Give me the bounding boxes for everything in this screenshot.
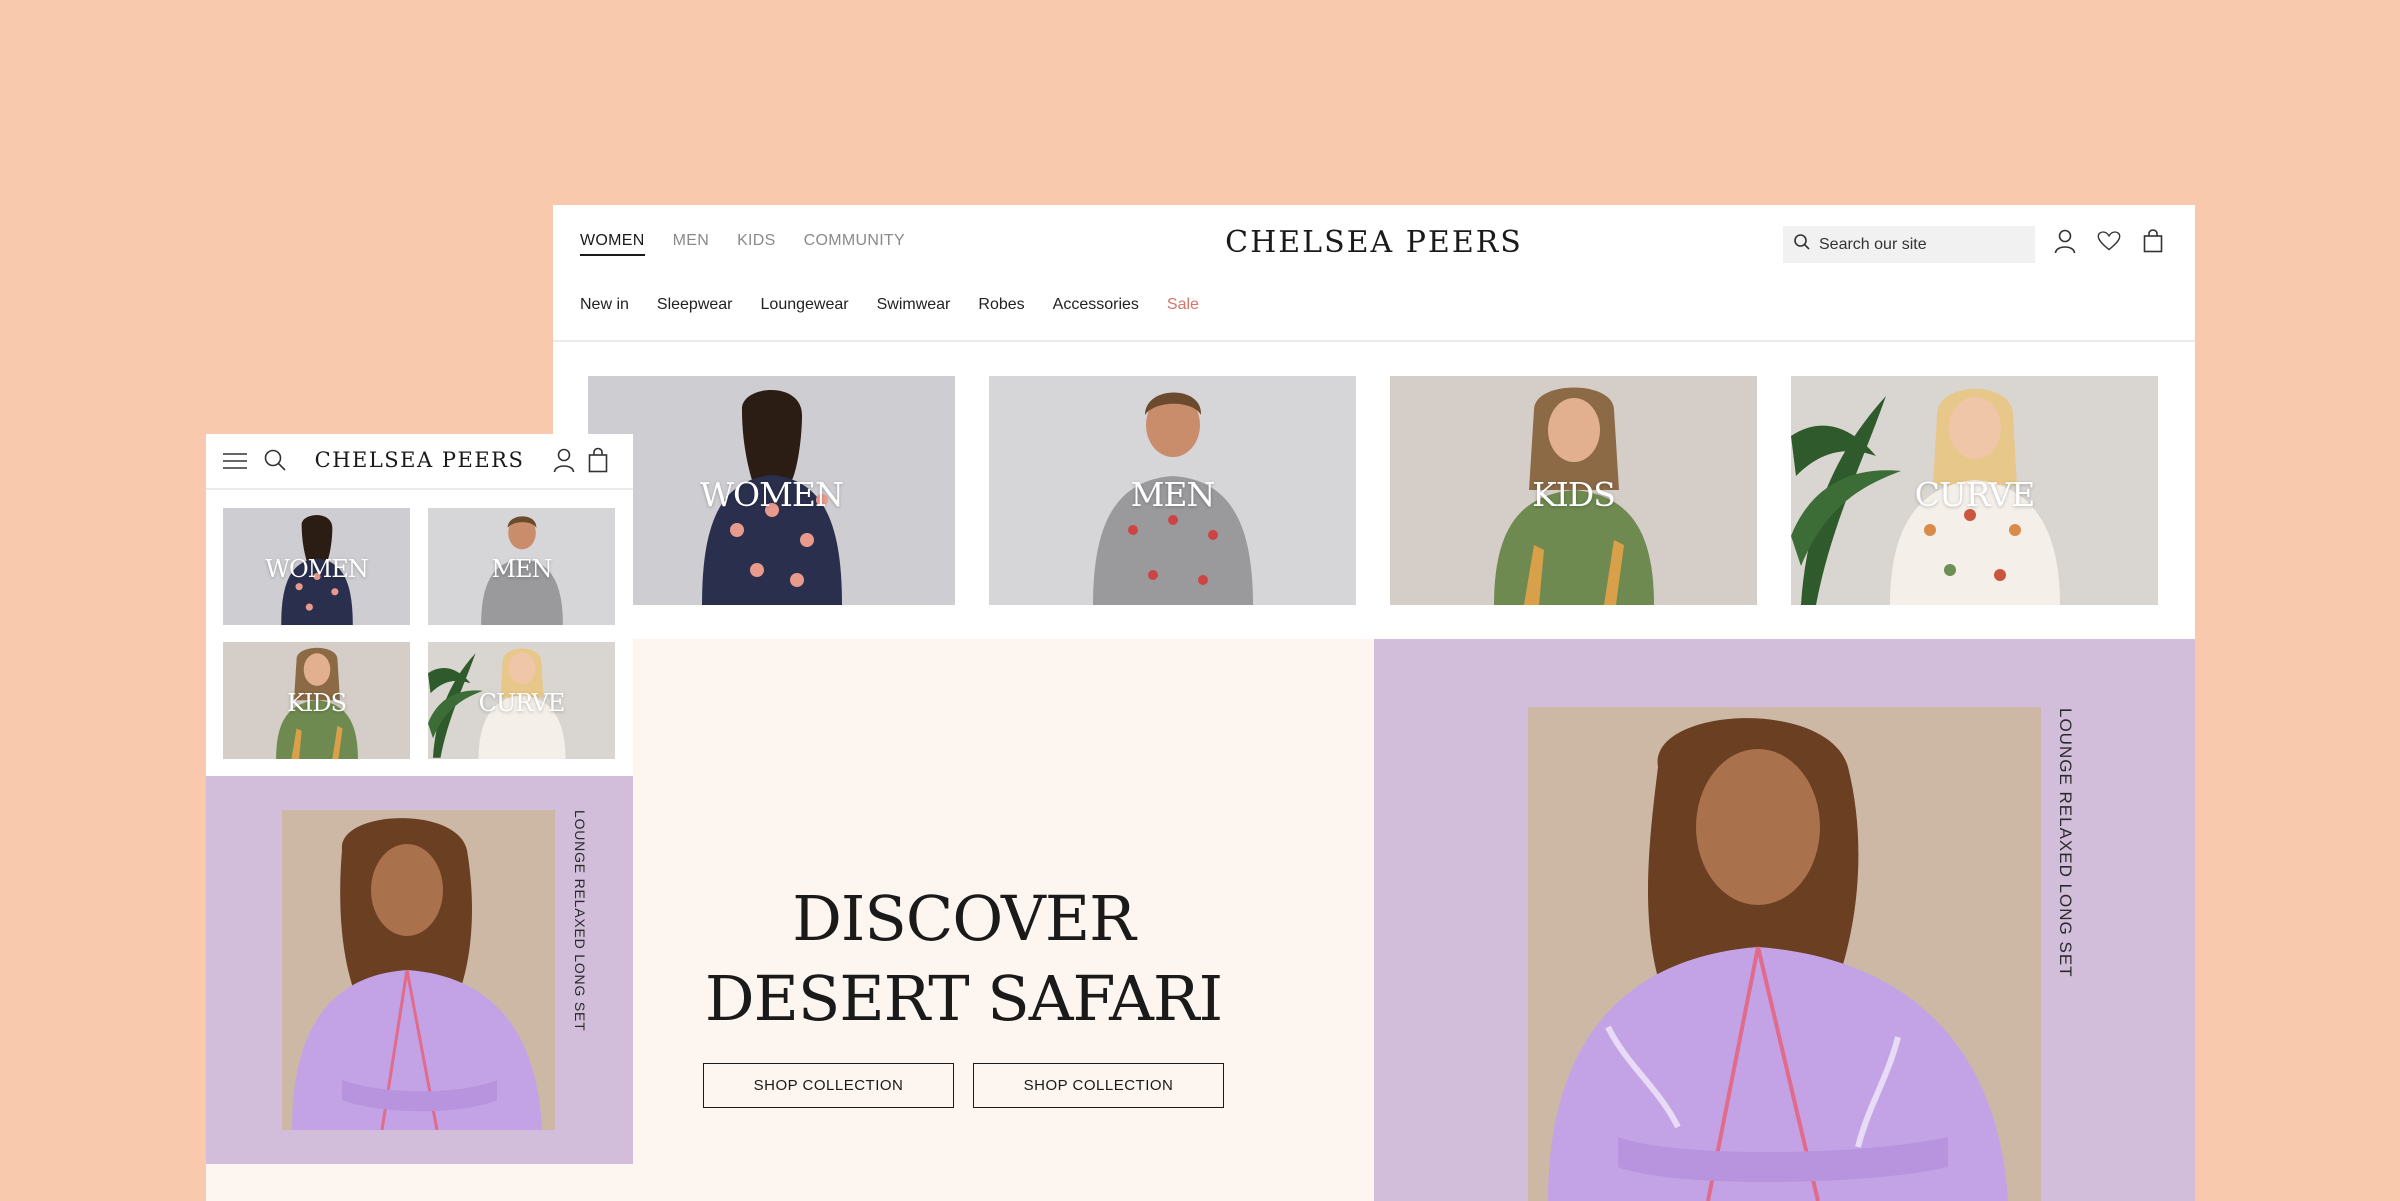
mobile-category-tiles: WOMEN MEN KIDS CURVE xyxy=(223,508,616,759)
bag-icon[interactable] xyxy=(588,447,608,478)
category-label: KIDS xyxy=(286,688,347,717)
mobile-cream-section xyxy=(206,1164,633,1201)
mobile-header: CHELSEA PEERS xyxy=(206,434,633,490)
shop-collection-button[interactable]: SHOP COLLECTION xyxy=(703,1063,954,1108)
sub-nav-new-in[interactable]: New in xyxy=(580,296,629,314)
sub-nav-sleepwear[interactable]: Sleepwear xyxy=(657,296,733,314)
category-tile-kids[interactable]: KIDS xyxy=(1390,376,1757,605)
mobile-vertical-label: LOUNGE RELAXED LONG SET xyxy=(572,810,588,1032)
hero-model-image[interactable] xyxy=(282,810,555,1130)
category-label: WOMEN xyxy=(265,554,368,583)
category-tile-men[interactable]: MEN xyxy=(428,508,615,625)
mobile-mockup: CHELSEA PEERS WOMEN MEN KIDS CURVE xyxy=(206,434,633,1201)
hero-buttons: SHOP COLLECTION SHOP COLLECTION xyxy=(703,1063,1224,1108)
hero-title: DISCOVER DESERT SAFARI xyxy=(553,879,1374,1039)
sub-nav-loungewear[interactable]: Loungewear xyxy=(761,296,849,314)
search-placeholder: Search our site xyxy=(1819,235,1927,253)
category-label: CURVE xyxy=(478,688,566,717)
hero-vertical-label: LOUNGE RELAXED LONG SET xyxy=(2056,708,2075,978)
heart-icon[interactable] xyxy=(2097,227,2121,255)
category-tile-women[interactable]: WOMEN xyxy=(588,376,955,605)
category-label: KIDS xyxy=(1532,475,1616,514)
sub-nav-sale[interactable]: Sale xyxy=(1167,296,1199,314)
category-tile-kids[interactable]: KIDS xyxy=(223,642,410,759)
sub-nav-accessories[interactable]: Accessories xyxy=(1053,296,1139,314)
category-tile-women[interactable]: WOMEN xyxy=(223,508,410,625)
shop-collection-button-2[interactable]: SHOP COLLECTION xyxy=(973,1063,1224,1108)
hero-title-line1: DISCOVER xyxy=(792,882,1136,955)
desktop-header: WOMEN MEN KIDS COMMUNITY CHELSEA PEERS S… xyxy=(553,205,2195,342)
user-icon[interactable] xyxy=(553,447,575,478)
header-icons xyxy=(2053,227,2165,255)
user-icon[interactable] xyxy=(2053,227,2077,255)
sub-nav: New in Sleepwear Loungewear Swimwear Rob… xyxy=(580,296,1199,314)
category-tiles: WOMEN MEN KIDS CURVE xyxy=(588,376,2158,605)
desktop-mockup: WOMEN MEN KIDS COMMUNITY CHELSEA PEERS S… xyxy=(553,205,2195,1201)
category-tile-curve[interactable]: CURVE xyxy=(1791,376,2158,605)
category-label: CURVE xyxy=(1914,475,2036,514)
category-label: MEN xyxy=(1130,475,1216,514)
category-label: MEN xyxy=(491,554,552,583)
search-input[interactable]: Search our site xyxy=(1783,226,2035,263)
hero-model-image[interactable] xyxy=(1528,707,2041,1201)
category-label: WOMEN xyxy=(700,475,844,514)
sub-nav-swimwear[interactable]: Swimwear xyxy=(877,296,951,314)
sub-nav-robes[interactable]: Robes xyxy=(978,296,1024,314)
category-tile-curve[interactable]: CURVE xyxy=(428,642,615,759)
mobile-hero-panel xyxy=(206,776,633,1164)
category-tile-men[interactable]: MEN xyxy=(989,376,1356,605)
search-icon xyxy=(1793,233,1811,256)
hero-left-panel: DISCOVER DESERT SAFARI SHOP COLLECTION S… xyxy=(553,639,1374,1201)
hero-title-line2: DESERT SAFARI xyxy=(704,962,1223,1035)
bag-icon[interactable] xyxy=(2141,227,2165,255)
